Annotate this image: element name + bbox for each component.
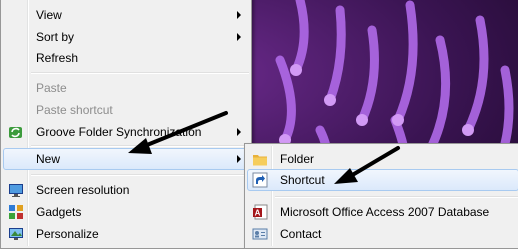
menu-item-label: Paste shortcut (36, 103, 113, 117)
menu-item-label: Paste (36, 81, 67, 95)
groove-sync-icon (8, 124, 24, 140)
submenu-item-label: Folder (280, 152, 315, 166)
menu-separator (275, 196, 518, 198)
menu-item-label: Groove Folder Synchronization (36, 125, 202, 139)
menu-item-screen-resolution[interactable]: Screen resolution (3, 179, 249, 201)
menu-item-label: Gadgets (36, 205, 82, 219)
menu-item-new[interactable]: New (3, 148, 249, 170)
menu-item-label: View (36, 8, 62, 22)
svg-text:A: A (255, 209, 261, 218)
gadgets-icon (8, 204, 24, 220)
submenu-arrow-icon (237, 128, 241, 136)
menu-separator (31, 145, 249, 147)
menu-separator (31, 72, 249, 74)
submenu-item-contact[interactable]: Contact (247, 223, 518, 245)
menu-item-label: Refresh (36, 51, 79, 65)
submenu-arrow-icon (237, 33, 241, 41)
menu-item-label: New (36, 152, 61, 166)
menu-item-label: Screen resolution (36, 183, 130, 197)
monitor-icon (8, 182, 24, 198)
new-submenu: Folder Shortcut A Microsoft Office Acces… (244, 143, 518, 249)
submenu-item-label: Contact (280, 227, 322, 241)
submenu-arrow-icon (237, 155, 241, 163)
menu-item-paste-shortcut[interactable]: Paste shortcut (3, 99, 249, 121)
menu-item-gadgets[interactable]: Gadgets (3, 201, 249, 223)
submenu-item-label: Microsoft Office Access 2007 Database (280, 205, 490, 219)
menu-separator (31, 174, 249, 176)
contact-icon (252, 226, 268, 242)
shortcut-icon (252, 172, 268, 188)
personalize-icon (8, 226, 24, 242)
menu-item-label: Sort by (36, 30, 75, 44)
menu-item-paste[interactable]: Paste (3, 77, 249, 99)
menu-item-sort-by[interactable]: Sort by (3, 26, 249, 48)
submenu-item-folder[interactable]: Folder (247, 148, 518, 170)
menu-item-label: Personalize (36, 227, 99, 241)
submenu-item-label: Shortcut (280, 173, 325, 187)
menu-item-view[interactable]: View (3, 4, 249, 26)
desktop-context-menu: View Sort by Refresh Paste Paste shortcu… (0, 0, 252, 249)
menu-item-groove-folder-sync[interactable]: Groove Folder Synchronization (3, 121, 249, 143)
menu-item-refresh[interactable]: Refresh (3, 47, 249, 69)
menu-item-personalize[interactable]: Personalize (3, 223, 249, 245)
submenu-arrow-icon (237, 11, 241, 19)
submenu-item-access-database[interactable]: A Microsoft Office Access 2007 Database (247, 201, 518, 223)
folder-icon (252, 151, 268, 167)
submenu-item-shortcut[interactable]: Shortcut (247, 169, 518, 191)
access-database-icon: A (252, 204, 268, 220)
